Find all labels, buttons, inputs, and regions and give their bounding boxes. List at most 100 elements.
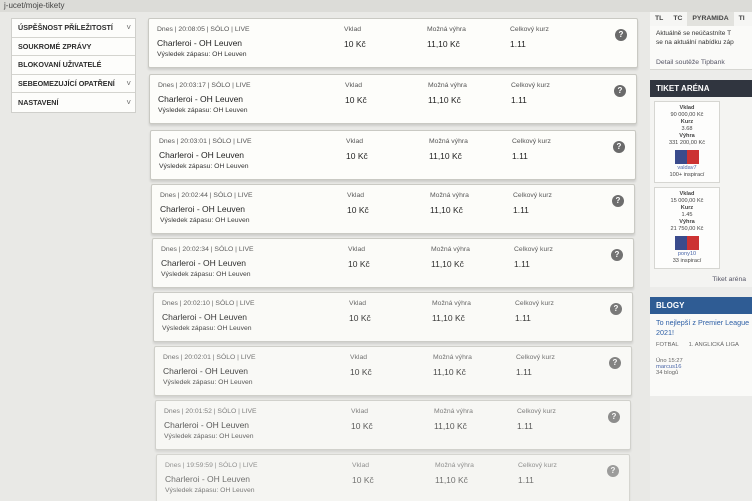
ticket-meta: Dnes | 20:03:17 | SÓLO | LIVE [158,82,251,89]
ticket-card[interactable]: Dnes | 19:59:59 | SÓLO | LIVE Charleroi -… [156,454,630,501]
help-icon[interactable]: ? [612,195,624,207]
tab-tc[interactable]: TC [668,12,687,26]
menu-item[interactable]: BLOKOVANÍ UŽIVATELÉ [12,56,135,75]
odds-value: 1.11 [516,367,532,377]
odds-label: Kurz [680,119,694,125]
menu-item[interactable]: SEBEOMEZUJÍCÍ OPATŘENÍ ˅ [12,75,135,93]
ticket-result: Výsledek zápasu: OH Leuven [158,107,248,114]
stake-value: 10 Kč [348,259,370,269]
tab-tl[interactable]: TL [650,12,668,26]
ticket-result: Výsledek zápasu: OH Leuven [163,379,253,386]
blogs-heading: BLOGY [650,297,752,314]
menu-item-label: SEBEOMEZUJÍCÍ OPATŘENÍ [18,78,115,88]
avatar[interactable] [675,150,699,164]
odds-label: Celkový kurz [516,354,555,361]
win-value: 11,10 Kč [429,151,462,161]
menu-item[interactable]: SOUKROMÉ ZPRÁVY [12,38,135,56]
blog-post-title-line: 2021! [656,328,674,337]
blog-tags: FOTBAL 1. ANGLICKÁ LIGA [650,342,752,356]
ticket-card[interactable]: Dnes | 20:02:44 | SÓLO | LIVE Charleroi -… [151,184,635,234]
help-icon[interactable]: ? [613,141,625,153]
blog-author-count: 34 blogů [656,370,679,376]
contest-detail-link[interactable]: Detail soutěže Tipbank [650,56,752,70]
ticket-meta: Dnes | 20:01:52 | SÓLO | LIVE [164,408,257,415]
win-value: 11,10 Kč [434,421,467,431]
stake-value: 10 Kč [350,367,372,377]
stake-label: Vklad [679,191,695,197]
tab-pyramida[interactable]: PYRAMIDA [687,12,734,26]
stake-value: 10 Kč [352,475,374,485]
right-sidebar: TL TC PYRAMIDA TI Aktuálně se neúčastnít… [650,12,752,501]
ticket-match: Charleroi - OH Leuven [159,150,245,160]
help-icon[interactable]: ? [610,303,622,315]
win-label: Výhra [679,133,695,139]
chevron-down-icon[interactable]: ˅ [126,79,131,88]
stake-label: Vklad [345,82,363,89]
ticket-result: Výsledek zápasu: OH Leuven [162,325,252,332]
stake-value: 10 Kč [351,421,373,431]
stake-value: 10 Kč [345,95,367,105]
chevron-down-icon[interactable]: ˅ [126,23,131,32]
ticket-match: Charleroi - OH Leuven [157,38,243,48]
avatar[interactable] [675,236,699,250]
chevron-down-icon[interactable]: ˅ [126,98,131,107]
ticket-match: Charleroi - OH Leuven [164,420,250,430]
ticket-card[interactable]: Dnes | 20:02:10 | SÓLO | LIVE Charleroi -… [153,292,633,342]
odds-value: 1.11 [513,205,529,215]
contest-note: Aktuálně se neúčastníte T se na aktuální… [650,26,752,56]
win-value: 21 750,00 Kč [670,226,704,232]
stake-value: 10 Kč [344,39,366,49]
ticket-result: Výsledek zápasu: OH Leuven [160,217,250,224]
odds-value: 1.11 [512,151,528,161]
username[interactable]: valdav7 [657,165,717,172]
ticket-card[interactable]: Dnes | 20:02:34 | SÓLO | LIVE Charleroi -… [152,238,634,288]
win-value: 11,10 Kč [435,475,468,485]
win-value: 11,10 Kč [427,39,460,49]
odds-label: Celkový kurz [517,408,556,415]
odds-label: Celkový kurz [512,138,551,145]
help-icon[interactable]: ? [608,411,620,423]
win-value: 331 200,00 Kč [668,140,706,146]
menu-item[interactable]: NASTAVENÍ ˅ [12,93,135,112]
menu-item[interactable]: ÚSPĚŠNOST PŘÍLEŽITOSTÍ ˅ [12,19,135,38]
help-icon[interactable]: ? [615,29,627,41]
url-bar[interactable]: j-ucet/moje-tikety [0,0,752,12]
tab-ti[interactable]: TI [734,12,750,26]
help-icon[interactable]: ? [611,249,623,261]
contest-note-line: Aktuálně se neúčastníte T [656,30,732,37]
arena-ticket-card[interactable]: Vklad 90 000,00 Kč Kurz 3.68 Výhra 331 200,00… [654,101,720,183]
ticket-card[interactable]: Dnes | 20:03:17 | SÓLO | LIVE Charleroi -… [149,74,637,124]
blog-post-title-line: To nejlepší z Premier League [656,318,750,327]
help-icon[interactable]: ? [609,357,621,369]
username[interactable]: pony10 [657,251,717,258]
blog-tag[interactable]: FOTBAL [656,342,679,356]
help-icon[interactable]: ? [614,85,626,97]
ticket-meta: Dnes | 20:02:44 | SÓLO | LIVE [160,192,253,199]
tickets-list: Dnes | 20:08:05 | SÓLO | LIVE Charleroi -… [143,15,643,501]
ticket-arena-link[interactable]: Tiket aréna [650,273,752,287]
blog-post-title[interactable]: To nejlepší z Premier League 2021! [650,314,752,342]
ticket-card[interactable]: Dnes | 20:08:05 | SÓLO | LIVE Charleroi -… [148,18,638,68]
win-value: 11,10 Kč [433,367,466,377]
stake-value: 90 000,00 Kč [670,112,704,118]
ticket-result: Výsledek zápasu: OH Leuven [159,163,249,170]
stake-label: Vklad [348,246,366,253]
win-label: Možná výhra [428,82,467,89]
menu-item-label: BLOKOVANÍ UŽIVATELÉ [18,60,102,70]
ticket-meta: Dnes | 20:02:10 | SÓLO | LIVE [162,300,255,307]
help-icon[interactable]: ? [607,465,619,477]
ticket-match: Charleroi - OH Leuven [161,258,247,268]
ticket-card[interactable]: Dnes | 20:01:52 | SÓLO | LIVE Charleroi -… [155,400,631,450]
odds-value: 1.11 [517,421,533,431]
ticket-card[interactable]: Dnes | 20:02:01 | SÓLO | LIVE Charleroi -… [154,346,632,396]
ticket-meta: Dnes | 20:02:01 | SÓLO | LIVE [163,354,256,361]
arena-ticket-card[interactable]: Vklad 15 000,00 Kč Kurz 1.45 Výhra 21 750,00 … [654,187,720,269]
win-label: Možná výhra [427,26,466,33]
odds-value: 1.11 [514,259,530,269]
odds-label: Kurz [680,205,694,211]
odds-value: 1.11 [515,313,531,323]
ticket-card[interactable]: Dnes | 20:03:01 | SÓLO | LIVE Charleroi -… [150,130,636,180]
blog-footer: Úno 15:27 marcus16 34 blogů [650,356,752,396]
blog-tag[interactable]: 1. ANGLICKÁ LIGA [689,342,739,356]
stake-label: Vklad [344,26,362,33]
